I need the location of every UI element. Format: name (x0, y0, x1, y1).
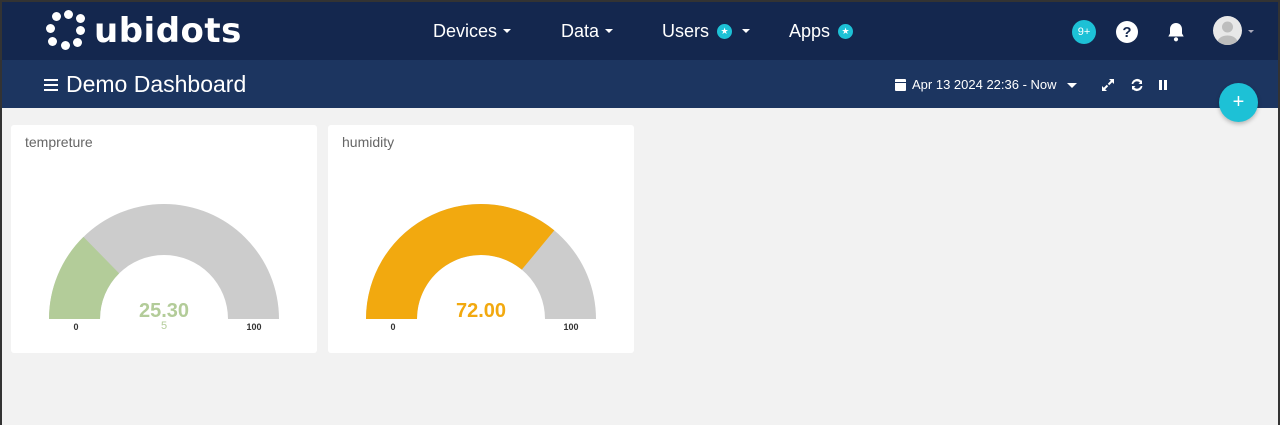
gauge-min-label: 0 (73, 322, 78, 332)
user-silhouette-icon (1216, 21, 1239, 45)
gauge-max-label: 100 (246, 322, 261, 332)
gauge-value-text: 72.00 (456, 300, 506, 322)
dashboard-title[interactable]: Demo Dashboard (66, 71, 246, 97)
ubidots-logo[interactable]: ubidots (44, 10, 242, 52)
nav-apps[interactable]: Apps ★ (789, 21, 854, 41)
gauge-chart: 72.00 0 100 (366, 204, 596, 332)
widget-temperature[interactable]: tempreture 25.30 5 0 100 (11, 125, 317, 353)
nav-devices-label: Devices (433, 21, 498, 41)
logo-text: ubidots (94, 11, 242, 51)
chevron-down-icon[interactable] (1248, 30, 1254, 33)
date-range-picker[interactable]: Apr 13 2024 22:36 - Now (895, 77, 1077, 93)
nav-data-label: Data (561, 21, 600, 41)
caret-down-icon (1066, 82, 1077, 88)
user-avatar[interactable] (1213, 16, 1242, 45)
gauge-value-text: 25.30 (139, 300, 189, 322)
calendar-icon (895, 79, 906, 91)
nav-users-label: Users (662, 21, 710, 41)
nav-data[interactable]: Data (561, 21, 614, 41)
nav-users[interactable]: Users ★ (662, 21, 751, 41)
gauge-secondary-text: 5 (161, 320, 167, 332)
star-icon: ★ (717, 23, 733, 39)
star-icon: ★ (838, 23, 854, 39)
chevron-down-icon (742, 29, 751, 33)
nav-apps-label: Apps (789, 21, 831, 41)
notifications-badge[interactable]: 9+ (1072, 20, 1096, 44)
widget-humidity[interactable]: humidity 72.00 0 100 (328, 125, 634, 353)
refresh-icon[interactable] (1129, 77, 1145, 93)
gauge-chart: 25.30 5 0 100 (49, 204, 279, 332)
gauge-max-label: 100 (563, 322, 578, 332)
date-range-label: Apr 13 2024 22:36 - Now (912, 77, 1057, 92)
pause-icon[interactable] (1155, 77, 1171, 93)
dashboard-header: Demo Dashboard Apr 13 2024 22:36 - Now (2, 60, 1278, 108)
fullscreen-icon[interactable] (1100, 77, 1116, 93)
logo-dots-icon (44, 10, 86, 52)
chevron-down-icon (503, 29, 512, 33)
add-widget-button[interactable]: + (1219, 83, 1258, 122)
nav-devices[interactable]: Devices (433, 21, 512, 41)
app-frame: ubidots Devices Data Users ★ Apps ★ 9+ ? (2, 2, 1278, 425)
top-navbar: ubidots Devices Data Users ★ Apps ★ 9+ ? (2, 2, 1278, 60)
bell-icon[interactable] (1164, 20, 1188, 44)
hamburger-menu-icon[interactable] (44, 79, 58, 91)
chevron-down-icon (605, 29, 614, 33)
gauge-min-label: 0 (390, 322, 395, 332)
help-icon[interactable]: ? (1116, 21, 1138, 43)
